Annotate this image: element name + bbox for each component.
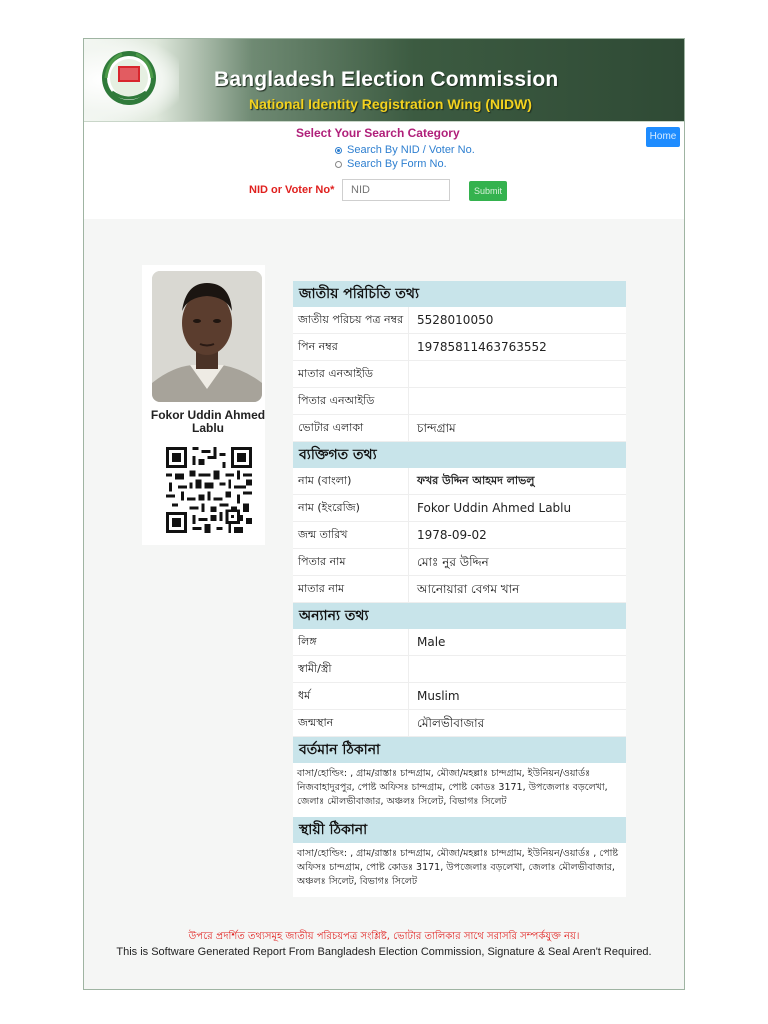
row-value: মোঃ নুর উদ্দিন <box>417 555 489 569</box>
search-option-nid[interactable]: Search By NID / Voter No. <box>335 144 475 156</box>
row-value: 19785811463763552 <box>417 340 547 354</box>
present-address-text: বাসা/হোল্ডিং: , গ্রাম/রাস্তাঃ চান্দগ্রাম… <box>293 763 626 817</box>
table-row: লিঙ্গ Male <box>293 629 626 656</box>
row-key: জন্ম তারিখ <box>293 522 409 548</box>
footer-notice-en: This is Software Generated Report From B… <box>116 946 652 958</box>
row-value <box>409 656 626 682</box>
profile-name: Fokor Uddin Ahmed Lablu <box>150 408 266 435</box>
row-key: ধর্ম <box>293 683 409 709</box>
nid-input[interactable] <box>342 179 450 201</box>
profile-photo <box>152 271 262 402</box>
row-value: 5528010050 <box>417 313 494 327</box>
radio-form[interactable] <box>335 160 342 168</box>
info-table: জাতীয় পরিচিতি তথ্য জাতীয় পরিচয় পত্র ন… <box>293 281 626 897</box>
header-subtitle: National Identity Registration Wing (NID… <box>249 96 532 112</box>
table-row: মাতার নাম আনোয়ারা বেগম খান <box>293 576 626 603</box>
table-row: মাতার এনআইডি <box>293 361 626 388</box>
section-personal-heading: ব্যক্তিগত তথ্য <box>293 442 626 468</box>
row-key: পিতার এনআইডি <box>293 388 409 414</box>
row-value: Male <box>417 635 446 649</box>
row-key: পিন নম্বর <box>293 334 409 360</box>
row-key: ভোটার এলাকা <box>293 415 409 441</box>
row-key: জাতীয় পরিচয় পত্র নম্বর <box>293 307 409 333</box>
search-category-heading: Select Your Search Category <box>296 126 460 140</box>
section-national-heading: জাতীয় পরিচিতি তথ্য <box>293 281 626 307</box>
section-other-heading: অন্যান্য তথ্য <box>293 603 626 629</box>
row-key: জন্মস্থান <box>293 710 409 736</box>
row-value <box>409 388 626 414</box>
search-option-nid-label: Search By NID / Voter No. <box>347 144 475 156</box>
row-key: নাম (বাংলা) <box>293 468 409 494</box>
profile-card: Fokor Uddin Ahmed Lablu <box>142 265 265 545</box>
footer-notice-bn: উপরে প্রদর্শিত তথ্যসমূহ জাতীয় পরিচয়পত্… <box>188 931 580 942</box>
table-row: জাতীয় পরিচয় পত্র নম্বর 5528010050 <box>293 307 626 334</box>
search-panel: Select Your Search Category Search By NI… <box>84 121 684 220</box>
row-key: পিতার নাম <box>293 549 409 575</box>
header-banner: Bangladesh Election Commission National … <box>84 39 684 121</box>
table-row: নাম (ইংরেজি) Fokor Uddin Ahmed Lablu <box>293 495 626 522</box>
table-row: স্বামী/স্ত্রী <box>293 656 626 683</box>
permanent-address-text: বাসা/হোল্ডিং: , গ্রাম/রাস্তাঃ চান্দগ্রাম… <box>293 843 626 897</box>
table-row: নাম (বাংলা) ফখর উদ্দিন আহমদ লাভলু <box>293 468 626 495</box>
search-option-form[interactable]: Search By Form No. <box>335 158 447 170</box>
report-frame: Bangladesh Election Commission National … <box>83 38 685 990</box>
submit-button[interactable]: Submit <box>469 181 507 201</box>
table-row: ধর্ম Muslim <box>293 683 626 710</box>
search-option-form-label: Search By Form No. <box>347 158 447 170</box>
row-key: স্বামী/স্ত্রী <box>293 656 409 682</box>
table-row: পিতার নাম মোঃ নুর উদ্দিন <box>293 549 626 576</box>
row-value <box>409 361 626 387</box>
table-row: পিন নম্বর 19785811463763552 <box>293 334 626 361</box>
row-value: 1978-09-02 <box>417 528 487 542</box>
qr-code <box>166 447 252 533</box>
section-present-address-heading: বর্তমান ঠিকানা <box>293 737 626 763</box>
row-key: নাম (ইংরেজি) <box>293 495 409 521</box>
row-value: Fokor Uddin Ahmed Lablu <box>417 501 572 515</box>
nid-field-label: NID or Voter No* <box>249 184 335 196</box>
row-key: লিঙ্গ <box>293 629 409 655</box>
table-row: পিতার এনআইডি <box>293 388 626 415</box>
row-value: মৌলভীবাজার <box>417 716 485 730</box>
table-row: ভোটার এলাকা চান্দগ্রাম <box>293 415 626 442</box>
row-value: ফখর উদ্দিন আহমদ লাভলু <box>417 474 535 487</box>
row-value: চান্দগ্রাম <box>417 421 456 435</box>
row-value: আনোয়ারা বেগম খান <box>417 582 520 596</box>
table-row: জন্মস্থান মৌলভীবাজার <box>293 710 626 737</box>
row-value: Muslim <box>417 689 460 703</box>
home-button[interactable]: Home <box>646 127 680 147</box>
table-row: জন্ম তারিখ 1978-09-02 <box>293 522 626 549</box>
election-commission-seal-icon <box>102 51 156 105</box>
section-permanent-address-heading: স্থায়ী ঠিকানা <box>293 817 626 843</box>
header-title: Bangladesh Election Commission <box>214 68 559 91</box>
row-key: মাতার এনআইডি <box>293 361 409 387</box>
radio-nid-selected[interactable] <box>335 146 342 154</box>
row-key: মাতার নাম <box>293 576 409 602</box>
